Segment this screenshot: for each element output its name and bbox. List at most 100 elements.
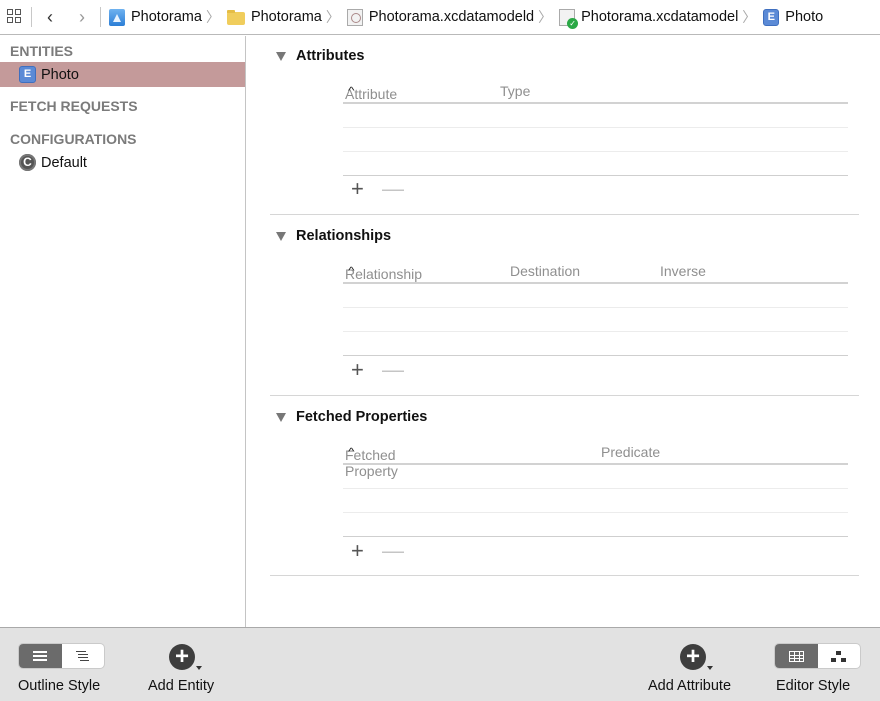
disclosure-triangle-icon (276, 51, 286, 61)
datamodel-version-icon (559, 8, 579, 29)
editor-style-control (775, 644, 860, 668)
chevron-right-icon: › (79, 6, 85, 27)
add-attribute-button[interactable]: + (351, 178, 367, 200)
remove-fetched-property-button[interactable]: — (382, 540, 404, 562)
relationships-section: Relationships Relationship ^ Destination … (270, 216, 859, 396)
configurations-header: CONFIGURATIONS (10, 131, 137, 147)
dropdown-caret-icon[interactable] (707, 666, 713, 670)
disclosure-triangle-icon (276, 412, 286, 422)
table-header: Fetched Property ^ Predicate (343, 441, 848, 479)
column-header-type[interactable]: Type (500, 83, 530, 99)
breadcrumb-project[interactable]: Photorama 〉 (109, 0, 227, 35)
sort-ascending-icon: ^ (348, 86, 355, 97)
remove-relationship-button[interactable]: — (382, 359, 404, 381)
list-icon (33, 651, 48, 661)
relationships-table: Relationship ^ Destination Inverse (343, 260, 848, 356)
relationships-disclosure[interactable]: Relationships (276, 228, 391, 244)
fetched-properties-table: Fetched Property ^ Predicate (343, 441, 848, 537)
table-row[interactable] (343, 465, 848, 489)
hierarchy-list-icon (75, 651, 90, 661)
sidebar-item-label: Default (41, 154, 87, 171)
entity-icon: E (19, 66, 36, 83)
section-title: Attributes (296, 48, 365, 64)
breadcrumb-label: Photorama.xcdatamodeld (368, 9, 535, 25)
sort-ascending-icon: ^ (348, 266, 355, 277)
breadcrumb-label: Photorama (131, 9, 202, 25)
editor-style-graph-button[interactable] (818, 644, 861, 668)
bottom-toolbar: Outline Style + Add Entity + Add Attribu… (0, 627, 880, 701)
breadcrumb-folder[interactable]: Photorama 〉 (226, 0, 347, 35)
configuration-icon: C (19, 154, 36, 171)
table-row[interactable] (343, 128, 848, 152)
attributes-controls: + — (351, 178, 404, 200)
breadcrumb-label: Photorama (250, 9, 322, 25)
add-fetched-property-button[interactable]: + (351, 540, 367, 562)
breadcrumb-entity[interactable]: E Photo (763, 0, 823, 35)
breadcrumb-label: Photorama.xcdatamodel (581, 9, 739, 25)
table-row[interactable] (343, 489, 848, 513)
table-header: Attribute ^ Type (343, 80, 848, 104)
datamodel-bundle-icon (346, 8, 363, 26)
relationships-controls: + — (351, 359, 404, 381)
fetched-properties-disclosure[interactable]: Fetched Properties (276, 409, 427, 425)
back-button[interactable]: ‹ (40, 7, 60, 27)
remove-attribute-button[interactable]: — (382, 178, 404, 200)
dropdown-caret-icon[interactable] (196, 666, 202, 670)
section-title: Relationships (296, 228, 392, 244)
outline-style-hierarchy-button[interactable] (62, 644, 105, 668)
attributes-table: Attribute ^ Type (343, 80, 848, 176)
breadcrumb-label: Photo (785, 9, 824, 25)
plus-circle-icon: + (685, 643, 700, 670)
editor-style-label: Editor Style (776, 678, 851, 694)
table-header: Relationship ^ Destination Inverse (343, 260, 848, 284)
table-row[interactable] (343, 284, 848, 308)
graph-icon (831, 650, 847, 662)
app-project-icon (109, 8, 125, 26)
disclosure-triangle-icon (276, 231, 286, 241)
related-items-grid-icon[interactable] (7, 9, 23, 25)
attributes-disclosure[interactable]: Attributes (276, 48, 364, 64)
breadcrumb-separator-icon: 〉 (742, 9, 757, 25)
entity-icon: E (763, 8, 780, 26)
sidebar-item-label: Photo (41, 66, 79, 83)
breadcrumb-separator-icon: 〉 (205, 9, 220, 25)
table-grid-icon (788, 650, 804, 662)
table-row[interactable] (343, 104, 848, 128)
forward-button[interactable]: › (72, 7, 92, 27)
outline-style-label: Outline Style (18, 678, 101, 694)
toolbar-divider (31, 7, 32, 27)
breadcrumb-datamodel-version[interactable]: Photorama.xcdatamodel 〉 (559, 0, 763, 35)
breadcrumb-separator-icon: 〉 (325, 9, 340, 25)
column-label: Relationship (345, 266, 423, 282)
attributes-section: Attributes Attribute ^ Type + — (270, 36, 859, 215)
sidebar-item-default[interactable]: C Default (0, 150, 245, 175)
toolbar-divider (100, 7, 101, 27)
breadcrumb-datamodel-bundle[interactable]: Photorama.xcdatamodeld 〉 (346, 0, 559, 35)
outline-sidebar: ENTITIES E Photo FETCH REQUESTS CONFIGUR… (0, 36, 246, 627)
editor-style-table-button[interactable] (775, 644, 818, 668)
fetched-properties-controls: + — (351, 540, 404, 562)
jump-bar: ‹ › Photorama 〉 Photorama 〉 Photorama.xc… (0, 0, 880, 35)
sort-ascending-icon: ^ (348, 447, 355, 458)
fetch-requests-header: FETCH REQUESTS (10, 98, 138, 114)
entities-header: ENTITIES (10, 43, 74, 59)
table-row[interactable] (343, 308, 848, 332)
folder-icon (226, 9, 245, 25)
outline-style-table-button[interactable] (19, 644, 62, 668)
plus-circle-icon: + (174, 643, 189, 670)
column-header-inverse[interactable]: Inverse (660, 263, 706, 279)
table-row[interactable] (343, 513, 848, 537)
breadcrumb-separator-icon: 〉 (538, 9, 553, 25)
outline-style-control (19, 644, 104, 668)
section-title: Fetched Properties (296, 409, 428, 425)
entity-editor: Attributes Attribute ^ Type + — Relations… (247, 36, 880, 627)
chevron-left-icon: ‹ (47, 6, 53, 27)
sidebar-item-photo[interactable]: E Photo (0, 62, 245, 87)
table-row[interactable] (343, 332, 848, 356)
column-header-destination[interactable]: Destination (510, 263, 580, 279)
add-relationship-button[interactable]: + (351, 359, 367, 381)
column-header-predicate[interactable]: Predicate (601, 444, 660, 460)
table-row[interactable] (343, 152, 848, 176)
add-entity-button[interactable]: + (169, 644, 195, 670)
add-attribute-button[interactable]: + (680, 644, 706, 670)
